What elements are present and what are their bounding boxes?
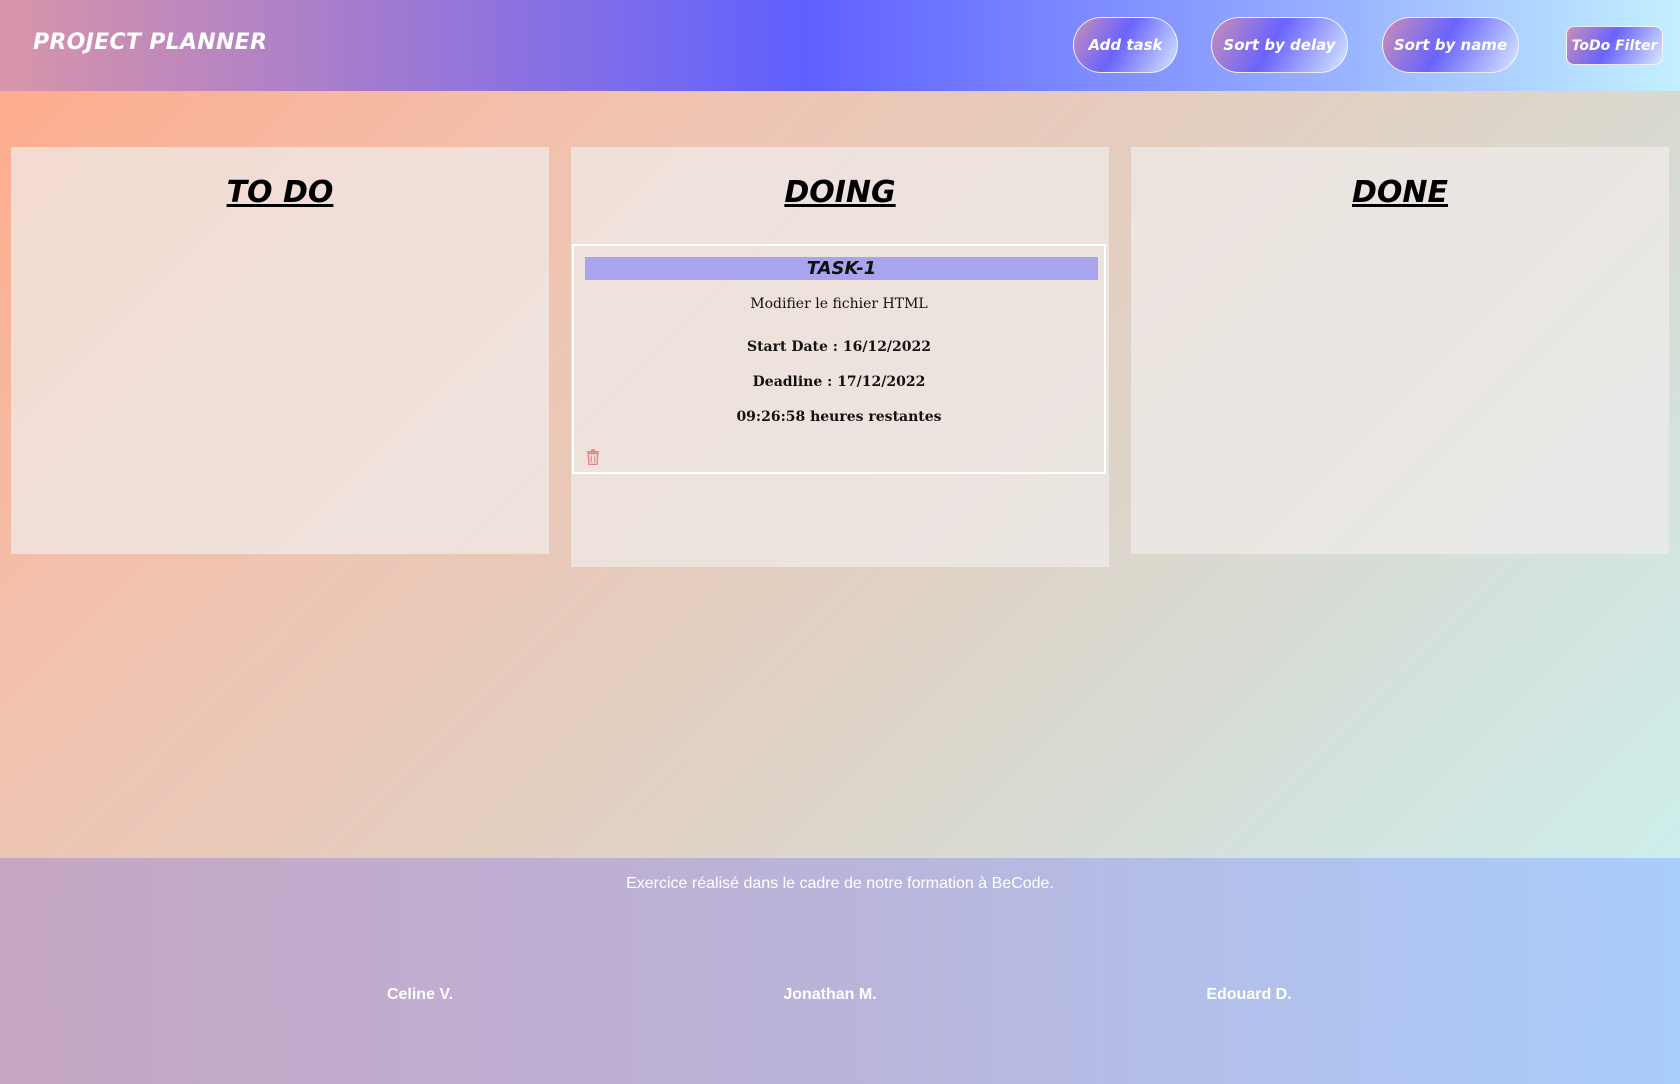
todo-filter-button[interactable]: ToDo Filter <box>1566 26 1663 65</box>
trash-icon[interactable] <box>586 449 600 465</box>
sort-by-name-button[interactable]: Sort by name <box>1382 17 1519 73</box>
author-name: Celine V. <box>386 986 454 1003</box>
author-name: Edouard D. <box>1206 986 1292 1003</box>
sort-by-delay-button[interactable]: Sort by delay <box>1211 17 1348 73</box>
task-start-date: Start Date : 16/12/2022 <box>746 339 932 355</box>
todo-column-title: TO DO <box>226 175 334 210</box>
task-remaining-time: 09:26:58 heures restantes <box>736 409 942 425</box>
doing-column[interactable]: DOING TASK-1 Modifier le fichier HTML St… <box>571 147 1109 567</box>
done-column[interactable]: DONE <box>1131 147 1669 554</box>
app-header: PROJECT PLANNER Add task Sort by delay S… <box>0 0 1680 91</box>
task-description: Modifier le fichier HTML <box>750 296 928 312</box>
task-deadline: Deadline : 17/12/2022 <box>752 374 926 390</box>
add-task-button[interactable]: Add task <box>1073 17 1178 73</box>
task-title: TASK-1 <box>585 257 1098 280</box>
todo-column[interactable]: TO DO <box>11 147 549 554</box>
doing-column-title: DOING <box>784 175 896 210</box>
app-logo: PROJECT PLANNER <box>33 30 268 55</box>
done-column-title: DONE <box>1351 175 1448 210</box>
task-card[interactable]: TASK-1 Modifier le fichier HTML Start Da… <box>572 244 1106 474</box>
page-footer: Exercice réalisé dans le cadre de notre … <box>0 858 1680 1084</box>
footer-text: Exercice réalisé dans le cadre de notre … <box>626 875 1054 892</box>
author-name: Jonathan M. <box>783 986 877 1003</box>
